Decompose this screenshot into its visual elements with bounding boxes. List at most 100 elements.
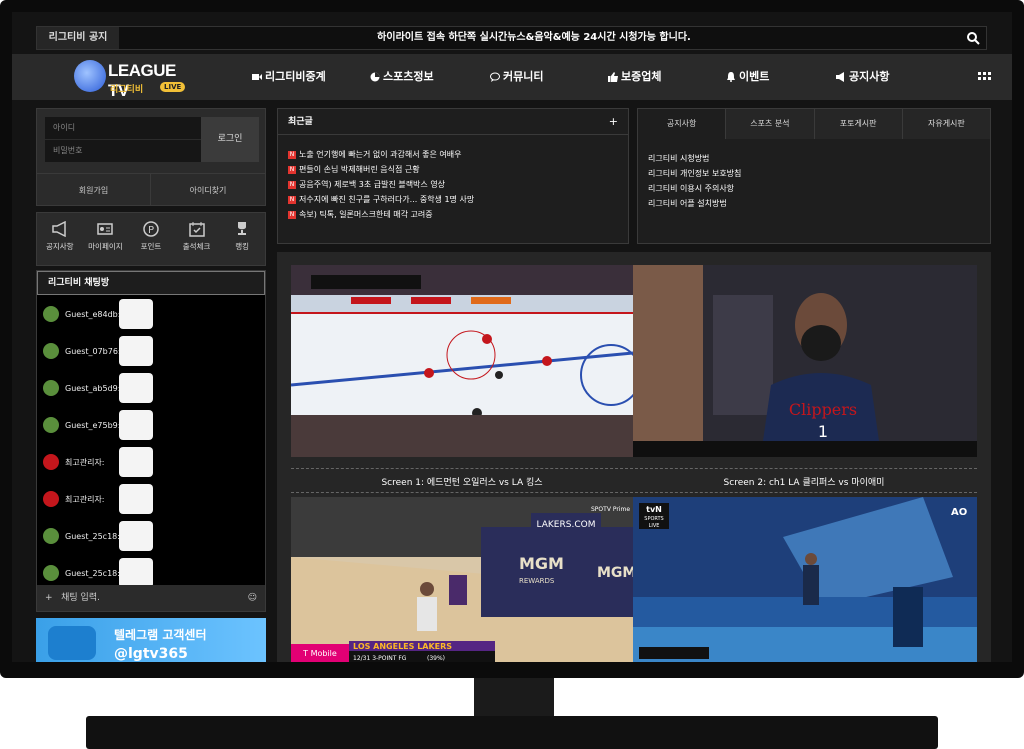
recent-post-item[interactable]: N 저수지에 빠진 친구를 구하러다가... 중학생 1명 사망: [288, 194, 474, 205]
pie-icon: [370, 72, 380, 82]
notice-message[interactable]: 하이라이트 접속 하단쪽 실시간뉴스&음악&예능 24시간 시청가능 합니다.: [119, 27, 949, 49]
hockey-video: [291, 265, 633, 457]
quick-label: 마이페이지: [88, 242, 123, 251]
new-badge-icon: N: [288, 180, 296, 189]
screen-2-caption: Screen 2: ch1 LA 클리퍼스 vs 마이애미: [723, 478, 885, 488]
video-icon: [252, 74, 262, 80]
chat-username: Guest_ab5d9:: [65, 383, 121, 393]
new-badge-icon: N: [288, 165, 296, 174]
board-item[interactable]: 리그티비 개인정보 보호방침: [648, 168, 741, 179]
site-logo[interactable]: LEAGUE TV 리그티비 LIVE: [70, 58, 200, 100]
video-screen-3[interactable]: LAKERS.COM MGM REWARDS MGM T Mobile LOS …: [291, 497, 633, 662]
chat-message: 최고관리자:: [43, 482, 153, 516]
new-badge-icon: N: [288, 150, 296, 159]
menu-item-event[interactable]: 이벤트: [726, 54, 836, 100]
recent-post-item[interactable]: N 노출 언기행에 빠는거 없이 과감해서 좋은 여배우: [288, 149, 461, 160]
video-screen-4[interactable]: tvN SPORTS LIVE AO: [633, 497, 977, 662]
recent-title: 최근글: [278, 109, 628, 135]
emoticon-image: [119, 521, 153, 551]
quick-ranking[interactable]: 랭킹: [219, 213, 265, 265]
quick-point[interactable]: P 포인트: [128, 213, 174, 265]
chat-username: Guest_e84db:: [65, 309, 121, 319]
chat-room: 리그티비 채팅방 Guest_e84db: Guest_07b76: Guest…: [36, 270, 266, 612]
id-card-icon: [97, 223, 114, 235]
guest-avatar-icon: [43, 380, 59, 396]
svg-text:P: P: [148, 225, 154, 236]
quick-mypage[interactable]: 마이페이지: [83, 213, 129, 265]
board-tabs: 공지사항 스포츠 분석 포토게시판 자유게시판: [638, 109, 990, 139]
emoticon-image: [119, 410, 153, 440]
megaphone-icon: [836, 72, 844, 82]
telegram-banner[interactable]: 텔레그램 고객센터 @lgtv365: [36, 618, 266, 662]
menu-label: 이벤트: [739, 70, 770, 83]
chat-message: Guest_07b76:: [43, 334, 153, 368]
login-button[interactable]: 로그인: [201, 117, 259, 162]
lakers-video: LAKERS.COM MGM REWARDS MGM T Mobile LOS …: [291, 497, 633, 662]
password-field[interactable]: 비밀번호: [45, 140, 201, 162]
mgm-text: MGM: [519, 554, 564, 573]
recent-post-item[interactable]: N 편들이 손님 박제해버린 음식점 근황: [288, 164, 420, 175]
chat-message: Guest_e75b9:: [43, 408, 153, 442]
recent-post-item[interactable]: N 속보) 틱톡, 일론머스크한테 매각 고려중: [288, 209, 433, 220]
menu-label: 공지사항: [849, 70, 890, 83]
telegram-title: 텔레그램 고객센터: [114, 628, 207, 642]
board-item[interactable]: 리그티비 이용시 주의사항: [648, 183, 734, 194]
logo-name: LEAGUE TV: [108, 61, 176, 100]
calendar-icon: [188, 222, 205, 237]
board-panel: 공지사항 스포츠 분석 포토게시판 자유게시판 리그티비 시청방법 리그티비 개…: [637, 108, 991, 244]
grid-menu-icon[interactable]: [978, 70, 992, 84]
tab-photo[interactable]: 포토게시판: [813, 109, 902, 139]
chat-icon: [490, 72, 500, 82]
video-screen-1[interactable]: [291, 265, 633, 457]
quick-attendance[interactable]: 출석체크: [174, 213, 220, 265]
tennis-video: tvN SPORTS LIVE AO: [633, 497, 977, 662]
menu-label: 보증업체: [621, 70, 662, 83]
menu-item-sports-info[interactable]: 스포츠정보: [370, 54, 490, 100]
telegram-icon: [48, 626, 96, 660]
smiley-icon[interactable]: ☺: [248, 585, 257, 611]
menu-item-guaranteed[interactable]: 보증업체: [608, 54, 726, 100]
chat-username: Guest_25c18:: [65, 531, 120, 541]
menu-item-community[interactable]: 커뮤니티: [490, 54, 608, 100]
video-grid: Clippers 1 Screen 1: 에드먼턴 오일러스 vs LA 킹스 …: [277, 252, 991, 662]
bell-icon: [727, 72, 735, 82]
plus-icon[interactable]: +: [45, 593, 53, 603]
screen-1-caption: Screen 1: 에드먼턴 오일러스 vs LA 킹스: [381, 478, 543, 488]
tab-notice[interactable]: 공지사항: [638, 109, 726, 139]
login-box: 아이디 비밀번호 로그인 회원가입 아이디찾기: [36, 108, 266, 206]
screen: 리그티비 공지 하이라이트 접속 하단쪽 실시간뉴스&음악&예능 24시간 시청…: [12, 12, 1012, 662]
telegram-handle: @lgtv365: [114, 646, 188, 662]
menu: 리그티비중계 스포츠정보 커뮤니티 보증업체 이벤트 공지사항: [252, 54, 956, 100]
chat-input[interactable]: + 채팅 입력. ☺: [37, 585, 265, 611]
more-icon[interactable]: +: [609, 115, 618, 128]
tmobile-text: T Mobile: [302, 649, 337, 658]
quick-label: 출석체크: [182, 242, 211, 251]
board-item[interactable]: 리그티비 시청방법: [648, 153, 709, 164]
recent-post-item[interactable]: N 공음주역) 제로백 3초 급발진 블랙박스 영상: [288, 179, 445, 190]
guest-avatar-icon: [43, 417, 59, 433]
tab-sports-analysis[interactable]: 스포츠 분석: [725, 109, 814, 139]
rewards-text: REWARDS: [519, 577, 555, 585]
board-item[interactable]: 리그티비 어플 설치방법: [648, 198, 727, 209]
recent-post-title: 공음주역) 제로백 3초 급발진 블랙박스 영상: [299, 180, 446, 189]
recent-post-title: 속보) 틱톡, 일론머스크한테 매각 고려중: [299, 210, 433, 219]
tv-frame: 리그티비 공지 하이라이트 접속 하단쪽 실시간뉴스&음악&예능 24시간 시청…: [0, 0, 1024, 749]
chat-username: 최고관리자:: [65, 457, 105, 467]
id-field[interactable]: 아이디: [45, 117, 201, 139]
chat-message: Guest_ab5d9:: [43, 371, 153, 405]
emoticon-image: [119, 299, 153, 329]
video-screen-2[interactable]: Clippers 1: [633, 265, 977, 457]
emoticon-image: [119, 373, 153, 403]
search-icon[interactable]: [966, 31, 980, 45]
find-id-link[interactable]: 아이디찾기: [151, 173, 265, 206]
chat-username: Guest_e75b9:: [65, 420, 121, 430]
tvn-logo-text: tvN: [646, 505, 662, 514]
quick-notice[interactable]: 공지사항: [37, 213, 83, 265]
join-link[interactable]: 회원가입: [37, 173, 151, 206]
quick-label: 포인트: [140, 242, 162, 251]
menu-item-notice[interactable]: 공지사항: [836, 54, 956, 100]
main-nav: LEAGUE TV 리그티비 LIVE 리그티비중계 스포츠정보 커뮤니티 보증…: [12, 54, 1012, 100]
menu-item-broadcast[interactable]: 리그티비중계: [252, 54, 370, 100]
tab-free[interactable]: 자유게시판: [901, 109, 990, 139]
menu-label: 리그티비중계: [265, 70, 326, 83]
